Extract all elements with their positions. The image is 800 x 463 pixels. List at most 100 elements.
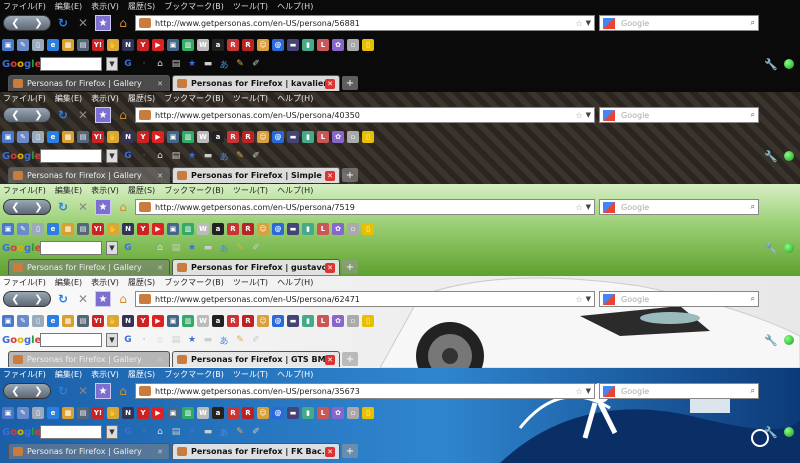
tab-gallery[interactable]: Personas for Firefox | Gallery ✕: [8, 167, 170, 183]
at-icon[interactable]: @: [272, 39, 284, 51]
at-icon[interactable]: @: [272, 315, 284, 327]
translate-icon[interactable]: あ: [218, 334, 230, 347]
star-icon[interactable]: ☆: [575, 295, 582, 304]
pencil-icon[interactable]: ✐: [250, 150, 262, 162]
menu-item[interactable]: 履歴(S): [128, 277, 155, 288]
table-icon[interactable]: ▥: [182, 315, 194, 327]
search-bar[interactable]: Google ⌕: [599, 107, 759, 123]
yahoo-red-icon[interactable]: Y: [137, 315, 149, 327]
google-logo[interactable]: Google: [2, 59, 41, 70]
wrench-icon[interactable]: 🔧: [764, 150, 778, 163]
lock-icon[interactable]: ▫: [347, 315, 359, 327]
url-bar[interactable]: http://www.getpersonas.com/en-US/persona…: [135, 15, 595, 31]
home-icon[interactable]: ⌂: [154, 426, 166, 438]
natgeo-icon[interactable]: ▯: [362, 223, 374, 235]
pencil-icon[interactable]: ✐: [250, 334, 262, 346]
menu-item[interactable]: ヘルプ(H): [277, 1, 313, 12]
new-tab-button[interactable]: +: [342, 168, 358, 182]
news-icon[interactable]: ▤: [170, 426, 182, 438]
tab-active-persona[interactable]: Personas for Firefox | GTS BM... ✕: [172, 351, 340, 367]
google-search-input[interactable]: [40, 333, 102, 347]
edit-icon[interactable]: ✎: [17, 131, 29, 143]
close-icon[interactable]: ✕: [325, 354, 335, 365]
folder-icon[interactable]: ▣: [2, 131, 14, 143]
r-icon[interactable]: R: [227, 39, 239, 51]
table-icon[interactable]: ▥: [182, 39, 194, 51]
yahoo-red-icon[interactable]: Y: [137, 407, 149, 419]
home-icon[interactable]: ⌂: [115, 107, 131, 123]
nyt-icon[interactable]: N: [122, 39, 134, 51]
grid-icon[interactable]: ▤: [77, 223, 89, 235]
url-bar[interactable]: http://www.getpersonas.com/en-US/persona…: [135, 383, 595, 399]
back-arrow-icon[interactable]: ❮: [11, 110, 19, 121]
flower-icon[interactable]: ✿: [332, 315, 344, 327]
folder-icon[interactable]: ▣: [2, 39, 14, 51]
menu-item[interactable]: 履歴(S): [128, 185, 155, 196]
translate-icon[interactable]: あ: [218, 426, 230, 439]
amazon-icon[interactable]: a: [212, 131, 224, 143]
news-icon[interactable]: ▤: [170, 58, 182, 70]
l-icon[interactable]: L: [317, 315, 329, 327]
google-logo[interactable]: Google: [2, 151, 41, 162]
wiki-icon[interactable]: W: [197, 223, 209, 235]
menu-item[interactable]: 履歴(S): [128, 93, 155, 104]
home-icon[interactable]: ⌂: [154, 334, 166, 346]
home-icon[interactable]: ⌂: [115, 199, 131, 215]
close-icon[interactable]: ✕: [325, 262, 335, 273]
back-arrow-icon[interactable]: ❮: [11, 202, 19, 213]
stop-icon[interactable]: ✕: [75, 107, 91, 123]
magnifier-icon[interactable]: ⌕: [751, 386, 755, 396]
yahoo-icon[interactable]: Y!: [92, 39, 104, 51]
amazon-icon[interactable]: a: [212, 315, 224, 327]
notes-icon[interactable]: ✎: [234, 150, 246, 162]
grid-icon[interactable]: ▤: [77, 131, 89, 143]
rakuten-icon[interactable]: R: [242, 223, 254, 235]
google-search-input[interactable]: [40, 57, 102, 71]
close-icon[interactable]: ✕: [325, 170, 335, 181]
back-forward-buttons[interactable]: ❮ ❯: [3, 107, 51, 123]
back-arrow-icon[interactable]: ❮: [11, 18, 19, 29]
wrench-icon[interactable]: 🔧: [764, 334, 778, 347]
stop-icon[interactable]: ✕: [75, 199, 91, 215]
at-icon[interactable]: @: [272, 223, 284, 235]
close-icon[interactable]: ✕: [155, 355, 165, 365]
close-icon[interactable]: ✕: [155, 447, 165, 457]
url-text[interactable]: http://www.getpersonas.com/en-US/persona…: [155, 295, 575, 304]
card-icon[interactable]: ▬: [287, 315, 299, 327]
url-bar[interactable]: http://www.getpersonas.com/en-US/persona…: [135, 107, 595, 123]
image-icon[interactable]: ▦: [62, 315, 74, 327]
hand-icon[interactable]: ✋: [107, 223, 119, 235]
youtube-icon[interactable]: ▶: [152, 223, 164, 235]
menu-item[interactable]: 編集(E): [55, 1, 82, 12]
folder-icon[interactable]: ▣: [2, 407, 14, 419]
dropdown-arrow-icon[interactable]: ▼: [586, 19, 591, 27]
at-icon[interactable]: @: [272, 131, 284, 143]
google-search-input[interactable]: [40, 425, 102, 439]
bookmark-star-icon[interactable]: ★: [95, 107, 111, 123]
wrench-icon[interactable]: 🔧: [764, 426, 778, 439]
lock-icon[interactable]: ▫: [347, 39, 359, 51]
bars-icon[interactable]: ▮: [302, 39, 314, 51]
rakuten-icon[interactable]: R: [242, 315, 254, 327]
tab-active-persona[interactable]: Personas for Firefox | gustavo ✕: [172, 259, 340, 275]
close-icon[interactable]: ✕: [155, 79, 165, 89]
image-icon[interactable]: ▦: [62, 223, 74, 235]
star-icon[interactable]: ★: [186, 150, 198, 162]
amazon-icon[interactable]: a: [212, 39, 224, 51]
pencil-icon[interactable]: ✐: [250, 426, 262, 438]
image-icon[interactable]: ▦: [62, 39, 74, 51]
rakuten-icon[interactable]: R: [242, 39, 254, 51]
menu-item[interactable]: 履歴(S): [128, 1, 155, 12]
flower-icon[interactable]: ✿: [332, 39, 344, 51]
wiki-icon[interactable]: W: [197, 407, 209, 419]
lock-icon[interactable]: ▫: [347, 407, 359, 419]
menu-item[interactable]: 履歴(S): [128, 369, 155, 380]
menu-item[interactable]: 表示(V): [91, 1, 119, 12]
yahoo-icon[interactable]: Y!: [92, 315, 104, 327]
menu-item[interactable]: 編集(E): [55, 185, 82, 196]
chevron-down-icon[interactable]: ▼: [106, 57, 118, 71]
photo-icon[interactable]: ▣: [167, 131, 179, 143]
hand-icon[interactable]: ✋: [107, 315, 119, 327]
nyt-icon[interactable]: N: [122, 407, 134, 419]
bars-icon[interactable]: ▮: [302, 407, 314, 419]
